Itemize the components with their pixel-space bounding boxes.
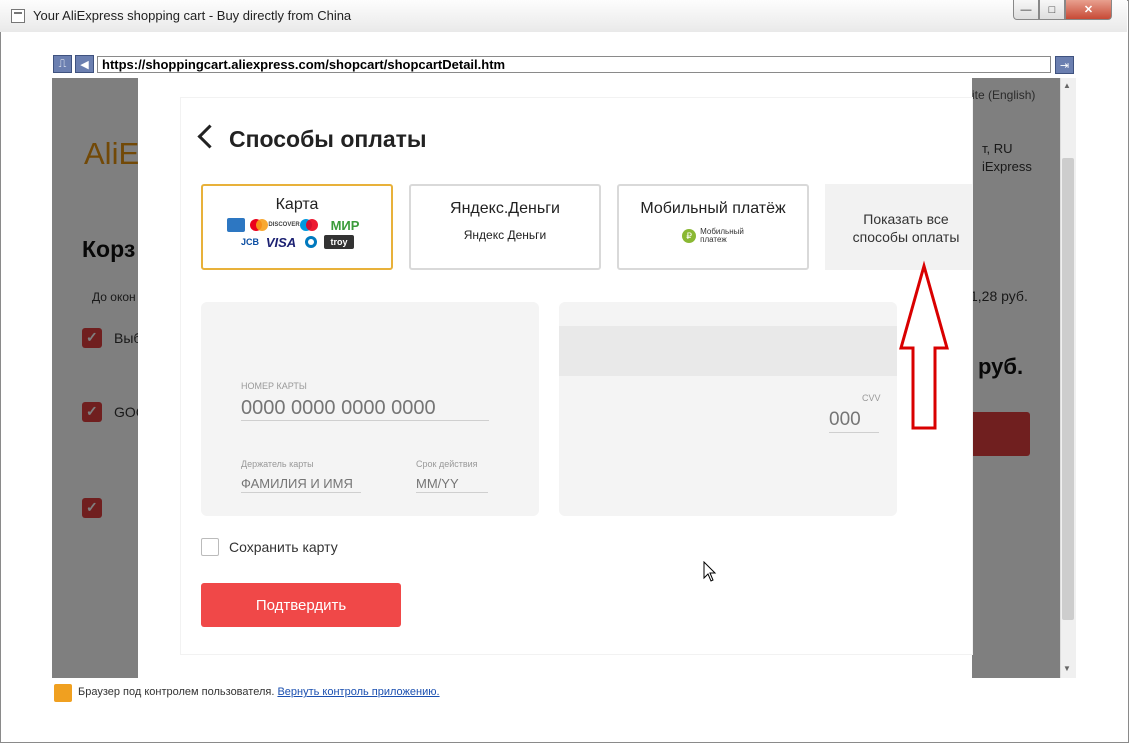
window-icon (11, 9, 25, 23)
amex-logo-icon (227, 218, 245, 232)
status-message: Браузер под контролем пользователя. (78, 686, 275, 698)
magnetic-stripe (559, 326, 897, 376)
card-number-input[interactable] (241, 396, 489, 421)
expiry-input[interactable] (416, 474, 488, 493)
payment-method-card-label: Карта (275, 196, 319, 213)
card-holder-input[interactable] (241, 474, 361, 493)
diners-logo-icon (302, 235, 320, 249)
back-arrow-icon[interactable]: ◀ (75, 55, 94, 73)
window-controls: — □ ✕ (1013, 0, 1112, 21)
payment-method-card[interactable]: Карта DISCOVER МИР JCB VISA troy (201, 184, 393, 270)
payment-method-mobile[interactable]: Мобильный платёж ₽ Мобильный платеж (617, 184, 809, 270)
card-number-label: НОМЕР КАРТЫ (241, 381, 307, 391)
cvv-input[interactable] (829, 408, 879, 433)
scroll-down-icon[interactable]: ▼ (1063, 664, 1071, 673)
return-control-link[interactable]: Вернуть контроль приложению. (277, 686, 439, 698)
go-arrow-icon[interactable]: ⇥ (1055, 56, 1074, 74)
payment-method-yandex-label: Яндекс.Деньги (450, 200, 560, 217)
mobile-payment-coin-icon: ₽ (682, 229, 697, 243)
annotation-up-arrow-icon (899, 260, 949, 430)
minimize-button[interactable]: — (1013, 0, 1039, 20)
mastercard-logo-icon (249, 218, 269, 232)
yandex-money-logo-icon: Яндекс Деньги (463, 228, 547, 242)
maestro-logo-icon (299, 218, 319, 232)
confirm-button[interactable]: Подтвердить (201, 583, 401, 627)
save-card-checkbox[interactable] (201, 538, 219, 556)
card-holder-label: Держатель карты (241, 459, 314, 469)
jcb-logo-icon: JCB (240, 237, 259, 247)
show-all-methods-button[interactable]: Показать все способы оплаты (825, 184, 972, 270)
wifi-warning-icon (54, 684, 72, 702)
payment-method-yandex[interactable]: Яндекс.Деньги Яндекс Деньги (409, 184, 601, 270)
save-card-label: Сохранить карту (229, 539, 338, 555)
cvv-label: CVV (862, 393, 881, 403)
scrollbar-thumb[interactable] (1062, 158, 1074, 620)
mobile-payment-logo: ₽ Мобильный платеж (619, 228, 807, 244)
close-button[interactable]: ✕ (1065, 0, 1112, 20)
visa-logo-icon: VISA (265, 234, 297, 250)
payment-methods-title: Способы оплаты (229, 126, 427, 152)
mouse-cursor-icon (703, 561, 717, 582)
window-title: Your AliExpress shopping cart - Buy dire… (33, 8, 352, 23)
payment-method-mobile-label: Мобильный платёж (640, 200, 786, 217)
troy-logo-icon: troy (324, 235, 354, 249)
web-viewport: AliE l Site (English) т, RU iExpress Кор… (52, 78, 1060, 678)
home-icon[interactable]: ⎍ (53, 55, 72, 73)
mir-logo-icon: МИР (330, 217, 360, 233)
card-brand-logos: DISCOVER МИР JCB VISA troy (222, 217, 372, 250)
show-all-methods-label: Показать все способы оплаты (852, 211, 960, 245)
mobile-payment-logo-text: Мобильный платеж (700, 227, 744, 244)
status-text: Браузер под контролем пользователя. Верн… (78, 686, 440, 698)
address-bar[interactable]: https://shoppingcart.aliexpress.com/shop… (97, 56, 1051, 73)
expiry-label: Срок действия (416, 459, 478, 469)
discover-logo-icon: DISCOVER (268, 222, 300, 228)
maximize-button[interactable]: □ (1039, 0, 1065, 20)
scroll-up-icon[interactable]: ▲ (1063, 81, 1071, 90)
